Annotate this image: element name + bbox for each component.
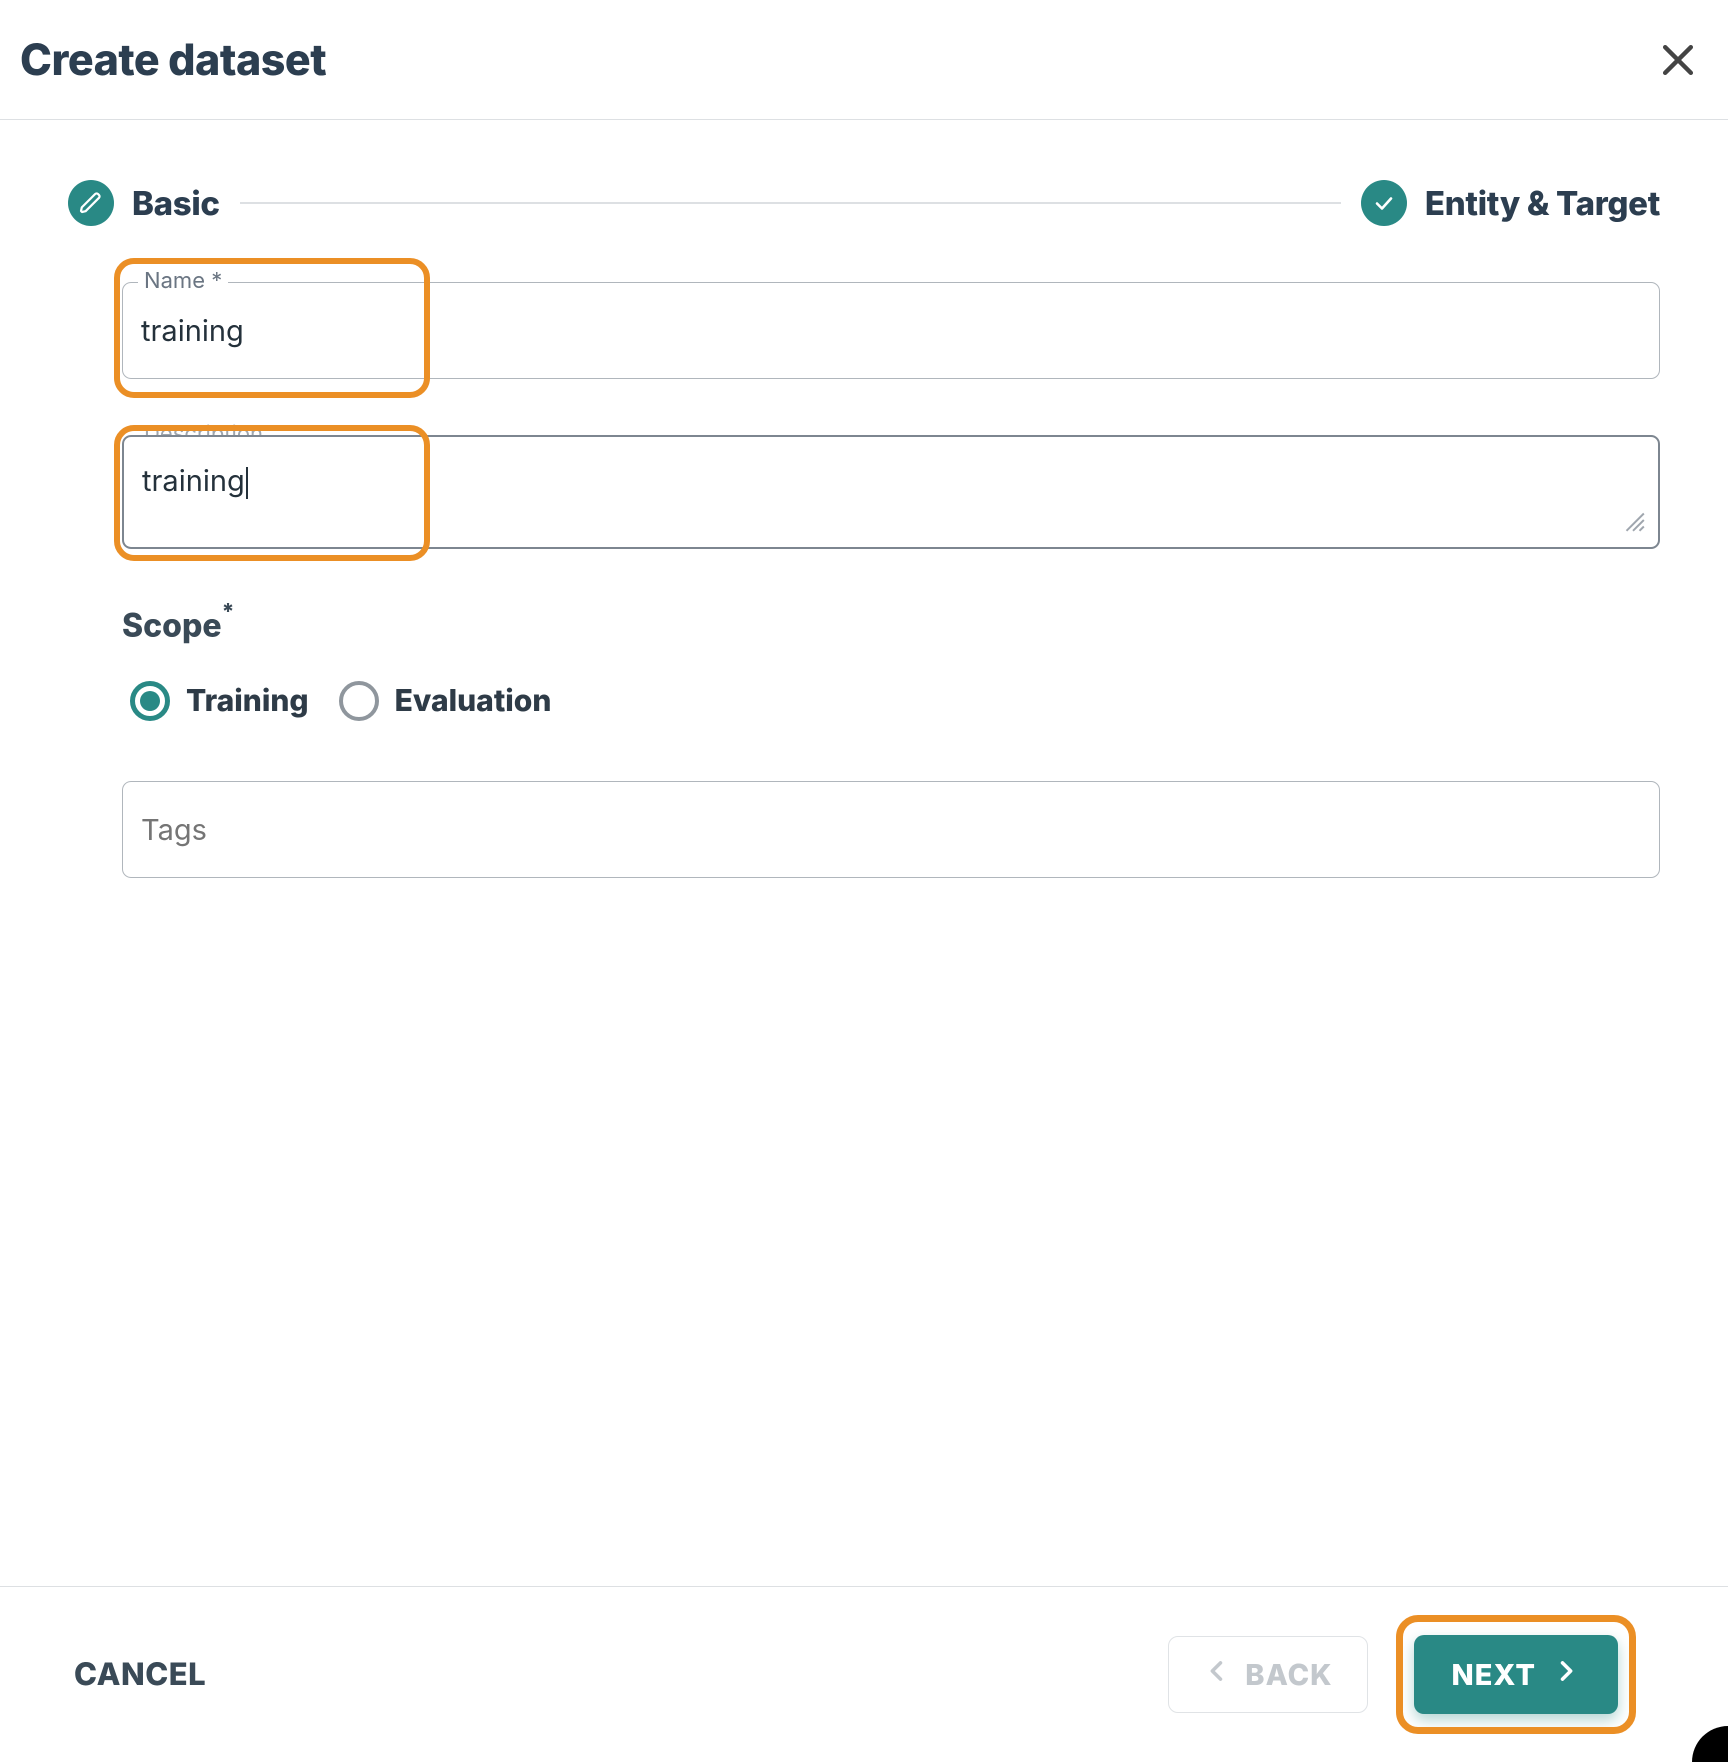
tags-outline	[122, 781, 1660, 878]
radio-unselected-icon	[339, 681, 379, 721]
dialog-body: Basic Entity & Target Name * Description…	[0, 120, 1728, 878]
radio-evaluation[interactable]: Evaluation	[339, 681, 552, 721]
radio-selected-icon	[130, 681, 170, 721]
chevron-right-icon	[1552, 1657, 1580, 1692]
check-icon	[1361, 180, 1407, 226]
form-region: Name * Description training Scope* Train…	[68, 282, 1660, 878]
name-outline	[122, 282, 1660, 379]
description-input[interactable]: training	[124, 437, 1658, 547]
next-button-label: NEXT	[1452, 1657, 1536, 1692]
scope-radio-group: Training Evaluation	[122, 681, 1660, 721]
name-input[interactable]	[123, 283, 1659, 378]
footer-left: CANCEL	[68, 1655, 212, 1694]
step-entity-target[interactable]: Entity & Target	[1361, 180, 1660, 226]
description-field: Description training	[122, 435, 1660, 549]
close-icon	[1656, 38, 1700, 82]
radio-training-label: Training	[186, 683, 309, 719]
stepper: Basic Entity & Target	[68, 180, 1660, 226]
name-label: Name *	[138, 268, 228, 294]
scope-label: Scope*	[122, 605, 1660, 645]
tags-field	[122, 781, 1660, 878]
dialog-title: Create dataset	[20, 34, 326, 86]
dialog-footer: CANCEL BACK NEXT	[0, 1586, 1728, 1762]
step-basic[interactable]: Basic	[68, 180, 220, 226]
description-outline: training	[122, 435, 1660, 549]
cancel-button[interactable]: CANCEL	[68, 1655, 212, 1694]
back-button-label: BACK	[1245, 1657, 1332, 1692]
chevron-left-icon	[1203, 1657, 1231, 1692]
text-caret	[246, 467, 248, 499]
back-button[interactable]: BACK	[1168, 1636, 1367, 1713]
close-button[interactable]	[1656, 38, 1700, 82]
dialog-header: Create dataset	[0, 0, 1728, 120]
description-value: training	[142, 463, 245, 498]
name-field: Name *	[122, 282, 1660, 379]
next-wrap: NEXT	[1414, 1635, 1618, 1714]
step-basic-label: Basic	[132, 183, 220, 223]
step-entity-target-label: Entity & Target	[1425, 183, 1660, 223]
pencil-icon	[68, 180, 114, 226]
tags-input[interactable]	[123, 782, 1659, 877]
radio-training[interactable]: Training	[130, 681, 309, 721]
next-button[interactable]: NEXT	[1414, 1635, 1618, 1714]
radio-evaluation-label: Evaluation	[395, 683, 552, 719]
step-connector	[240, 202, 1341, 204]
footer-right: BACK NEXT	[1168, 1635, 1618, 1714]
scope-label-text: Scope	[122, 606, 222, 645]
